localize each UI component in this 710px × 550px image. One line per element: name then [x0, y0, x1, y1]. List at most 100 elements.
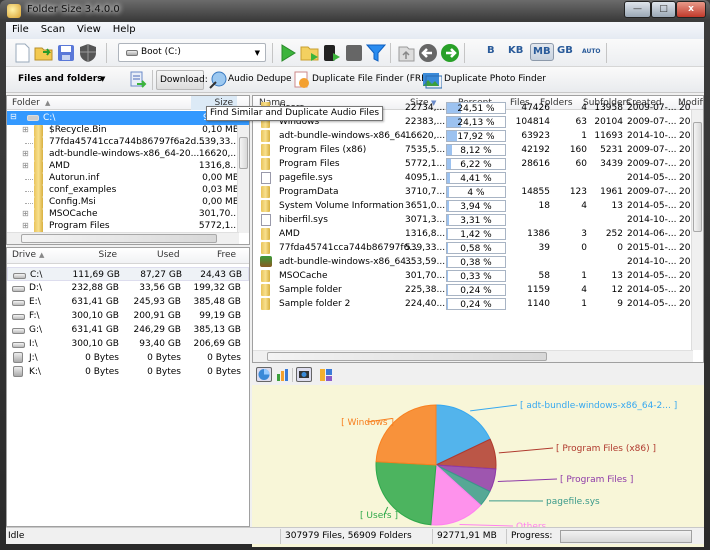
column-drive[interactable]: Drive	[12, 250, 36, 260]
column-used[interactable]: Used	[157, 250, 180, 260]
menu-file[interactable]: File	[6, 22, 35, 35]
audio-dedupe-link[interactable]: Audio Dedupe	[228, 74, 292, 84]
drive-select[interactable]: Boot (C:) ▼	[118, 43, 266, 62]
column-folder[interactable]: Folder	[12, 98, 40, 108]
drive-row[interactable]: E:\ 631,41 GB 245,93 GB 385,48 GB	[7, 295, 249, 309]
bar-chart-icon[interactable]	[276, 369, 288, 381]
tree-row[interactable]: ⊞ MSOCache 301,70...	[7, 209, 249, 221]
unit-kb-button[interactable]: KB	[508, 45, 523, 56]
tree-item-name: AMD	[49, 161, 70, 171]
file-row[interactable]: adt-bundle-windows-x86_64... 16620,... 17,…	[253, 129, 703, 143]
window-title: Folder Size 3.4.0.0	[27, 4, 120, 15]
scroll-thumb[interactable]	[239, 137, 248, 169]
view-select[interactable]: Files and folders	[18, 74, 103, 84]
file-row[interactable]: Program Files (x86) 7535,5... 8,12 % 42192 1…	[253, 143, 703, 157]
drive-row[interactable]: C:\ 111,69 GB 87,27 GB 24,43 GB	[7, 267, 249, 281]
download-button[interactable]: Download:	[156, 70, 208, 90]
expand-icon[interactable]: ⊞	[22, 161, 29, 170]
pie-chart-button[interactable]	[256, 367, 272, 382]
scan-server-icon[interactable]	[322, 43, 342, 63]
pie-slice[interactable]	[375, 404, 437, 466]
3d-view-button[interactable]	[296, 367, 312, 382]
drive-row[interactable]: I:\ 300,10 GB 93,40 GB 206,69 GB	[7, 337, 249, 351]
collapse-icon[interactable]: ⊟	[10, 112, 17, 121]
file-row[interactable]: AMD 1316,8... 1,42 % 1386 3 252 2014-06-... 20	[253, 227, 703, 241]
file-row[interactable]: System Volume Information 3651,0... 3,94 %…	[253, 199, 703, 213]
expand-icon[interactable]: ⊞	[22, 221, 29, 230]
unit-mb-button[interactable]: MB	[530, 43, 554, 61]
expand-icon[interactable]: ⊞	[22, 149, 29, 158]
status-divider	[506, 529, 507, 544]
drive-row[interactable]: F:\ 300,10 GB 200,91 GB 99,19 GB	[7, 309, 249, 323]
drive-used: 33,56 GB	[139, 283, 181, 293]
view-select-chevron-icon[interactable]: ▼	[100, 75, 105, 83]
tree-row[interactable]: conf_examples 0,03 MB	[7, 185, 249, 197]
save-icon[interactable]	[56, 43, 76, 63]
duplicate-file-finder-link[interactable]: Duplicate File Finder (FREE)	[312, 74, 436, 84]
expand-icon[interactable]: ⊞	[22, 125, 29, 134]
file-row[interactable]: 77fda45741cca744b86797f6... 539,33... 0,58…	[253, 241, 703, 255]
column-free[interactable]: Free	[217, 250, 236, 260]
file-row[interactable]: MSOCache 301,70... 0,33 % 58 1 13 2014-05-... 2…	[253, 269, 703, 283]
drive-row[interactable]: D:\ 232,88 GB 33,56 GB 199,32 GB	[7, 281, 249, 295]
tree-row[interactable]: Autorun.inf 0,00 MB	[7, 173, 249, 185]
duplicate-photo-finder-icon[interactable]	[422, 70, 442, 90]
status-bar: Idle 307979 Files, 56909 Folders 92771,9…	[6, 527, 704, 544]
menu-view[interactable]: View	[71, 22, 107, 35]
tree-row[interactable]: 77fda45741cca744b86797f6a2d... 539,33...	[7, 137, 249, 149]
status-progress-label: Progress:	[511, 531, 553, 541]
menu-scan[interactable]: Scan	[35, 22, 71, 35]
file-list-vertical-scrollbar[interactable]	[691, 110, 703, 350]
back-icon[interactable]	[418, 43, 438, 63]
export-icon[interactable]	[128, 70, 148, 90]
maximize-button[interactable]: □	[651, 1, 676, 18]
file-row[interactable]: adt-bundle-windows-x86_64... 353,59... 0,3…	[253, 255, 703, 269]
minimize-button[interactable]: —	[624, 1, 651, 18]
menu-help[interactable]: Help	[107, 22, 142, 35]
toolbar-separator	[272, 43, 273, 63]
file-row[interactable]: hiberfil.sys 3071,3... 3,31 % 2014-10-... 20	[253, 213, 703, 227]
file-row[interactable]: pagefile.sys 4095,1... 4,41 % 2014-05-... 20	[253, 171, 703, 185]
column-size[interactable]: Size	[97, 250, 117, 260]
scroll-thumb[interactable]	[267, 352, 547, 361]
scroll-thumb[interactable]	[21, 234, 217, 243]
scan-folder-icon[interactable]	[300, 43, 320, 63]
unit-auto-button[interactable]: AUTO	[582, 48, 601, 55]
file-row[interactable]: ProgramData 3710,7... 4 % 14855 123 1961 2009-…	[253, 185, 703, 199]
file-row[interactable]: Program Files 5772,1... 6,22 % 28616 60 3439 2…	[253, 157, 703, 171]
drive-row[interactable]: G:\ 631,41 GB 246,29 GB 385,13 GB	[7, 323, 249, 337]
scroll-thumb[interactable]	[693, 122, 702, 232]
drive-size: 111,69 GB	[72, 270, 120, 280]
drive-row[interactable]: K:\ 0 Bytes 0 Bytes 0 Bytes	[7, 365, 249, 379]
scan-play-icon[interactable]	[278, 43, 298, 63]
tree-item-name: Autorun.inf	[49, 173, 100, 183]
new-icon[interactable]	[12, 43, 32, 63]
unit-gb-button[interactable]: GB	[557, 45, 573, 56]
expand-icon[interactable]: ⊞	[22, 209, 29, 218]
file-row[interactable]: Sample folder 225,38... 0,24 % 1159 4 12 2014-…	[253, 283, 703, 297]
file-folders: 160	[569, 145, 587, 155]
treemap-icon[interactable]	[320, 369, 332, 381]
tree-row[interactable]: Config.Msi 0,00 MB	[7, 197, 249, 209]
tree-row[interactable]: ⊞ $Recycle.Bin 0,10 MB	[7, 125, 249, 137]
duplicate-photo-finder-link[interactable]: Duplicate Photo Finder	[444, 74, 546, 84]
tree-row[interactable]: ⊞ adt-bundle-windows-x86_64-20... 16620,..…	[7, 149, 249, 161]
shield-icon[interactable]	[78, 43, 98, 63]
audio-dedupe-icon[interactable]	[208, 70, 228, 90]
forward-icon[interactable]	[440, 43, 460, 63]
file-list-horizontal-scrollbar[interactable]	[253, 350, 693, 362]
filter-icon[interactable]	[366, 43, 386, 63]
duplicate-file-finder-icon[interactable]	[292, 70, 312, 90]
tree-row[interactable]: ⊞ AMD 1316,8...	[7, 161, 249, 173]
close-button[interactable]: x	[676, 1, 706, 18]
up-folder-icon[interactable]	[396, 43, 416, 63]
tree-vertical-scrollbar[interactable]	[237, 125, 249, 233]
tree-horizontal-scrollbar[interactable]	[7, 232, 239, 244]
drive-row[interactable]: J:\ 0 Bytes 0 Bytes 0 Bytes	[7, 351, 249, 365]
stop-icon[interactable]	[344, 43, 364, 63]
open-icon[interactable]	[34, 43, 54, 63]
tree-item-size: 539,33...	[198, 137, 239, 147]
file-row[interactable]: Sample folder 2 224,40... 0,24 % 1140 1 9 2014…	[253, 297, 703, 311]
drive-letter: G:\	[29, 325, 43, 335]
unit-b-button[interactable]: B	[487, 45, 495, 56]
